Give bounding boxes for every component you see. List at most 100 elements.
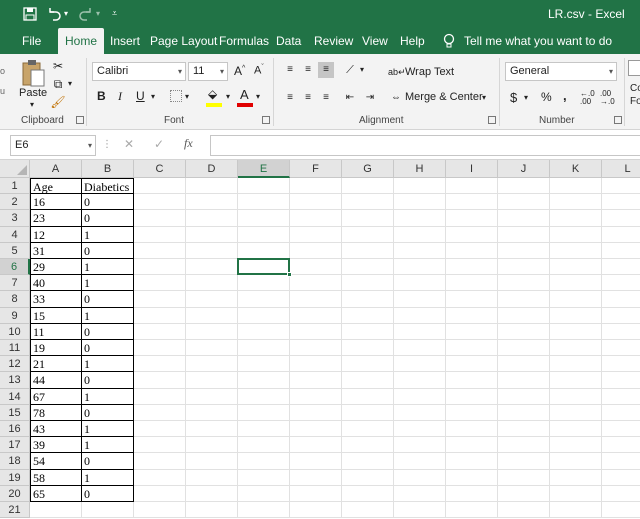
column-header-e[interactable]: E	[238, 160, 290, 178]
column-header-f[interactable]: F	[290, 160, 342, 178]
currency-dropdown-icon[interactable]: ▾	[524, 93, 528, 102]
cell-e20[interactable]	[238, 485, 290, 502]
cell-d9[interactable]	[186, 307, 238, 324]
row-header-1[interactable]: 1	[0, 178, 30, 195]
cell-j1[interactable]	[498, 178, 550, 195]
cell-c15[interactable]	[134, 404, 186, 421]
table-cell[interactable]: 0	[82, 242, 134, 259]
table-header-cell[interactable]: Age	[30, 178, 82, 195]
cell-k5[interactable]	[550, 242, 602, 259]
copy-icon[interactable]: ⧉	[50, 76, 66, 92]
cell-c7[interactable]	[134, 275, 186, 292]
cell-d21[interactable]	[186, 502, 238, 519]
cell-j20[interactable]	[498, 485, 550, 502]
cell-c18[interactable]	[134, 453, 186, 470]
undo-dropdown-icon[interactable]: ▾	[64, 9, 68, 18]
table-cell[interactable]: 16	[30, 194, 82, 211]
table-cell[interactable]: 1	[82, 421, 134, 438]
cell-f20[interactable]	[290, 485, 342, 502]
cell-c17[interactable]	[134, 437, 186, 454]
column-header-a[interactable]: A	[30, 160, 82, 178]
cell-k18[interactable]	[550, 453, 602, 470]
row-header-15[interactable]: 15	[0, 404, 30, 421]
row-header-16[interactable]: 16	[0, 421, 30, 438]
cell-l19[interactable]	[602, 470, 640, 486]
cell-c13[interactable]	[134, 372, 186, 389]
cell-e1[interactable]	[238, 178, 290, 195]
cell-j19[interactable]	[498, 469, 550, 486]
cell-k9[interactable]	[550, 307, 602, 324]
cell-k13[interactable]	[550, 372, 602, 389]
tab-view[interactable]: View	[362, 28, 388, 54]
cell-i15[interactable]	[446, 404, 498, 421]
cell-i7[interactable]	[446, 275, 498, 292]
cell-h5[interactable]	[394, 242, 446, 259]
cell-g9[interactable]	[342, 307, 394, 324]
cell-area[interactable]: Age Diabetics 16 0 23 0 12 1 31 0 29 1 40 1 33 0 15 1 11 0 1…	[30, 178, 640, 519]
cell-i10[interactable]	[446, 323, 498, 340]
cell-l20[interactable]	[602, 486, 640, 502]
cell-g19[interactable]	[342, 469, 394, 486]
cell-i16[interactable]	[446, 421, 498, 438]
cell-g14[interactable]	[342, 388, 394, 405]
table-cell[interactable]: 0	[82, 340, 134, 357]
cell-f16[interactable]	[290, 421, 342, 438]
cell-c2[interactable]	[134, 194, 186, 211]
cell-f2[interactable]	[290, 194, 342, 211]
row-header-3[interactable]: 3	[0, 210, 30, 227]
decrease-decimal-icon[interactable]: .00 →.0	[600, 90, 615, 106]
middle-align-icon[interactable]: ≡	[300, 62, 316, 78]
cell-i2[interactable]	[446, 194, 498, 211]
table-cell[interactable]: 15	[30, 307, 82, 324]
cell-h9[interactable]	[394, 307, 446, 324]
column-header-j[interactable]: J	[498, 160, 550, 178]
cell-l11[interactable]	[602, 340, 640, 357]
column-header-b[interactable]: B	[82, 160, 134, 178]
column-header-i[interactable]: I	[446, 160, 498, 178]
row-header-17[interactable]: 17	[0, 437, 30, 454]
cell-c21[interactable]	[134, 502, 186, 519]
font-launcher-icon[interactable]	[262, 116, 270, 124]
enter-icon[interactable]: ✓	[154, 137, 164, 151]
cell-j17[interactable]	[498, 437, 550, 454]
cell-g5[interactable]	[342, 242, 394, 259]
save-icon[interactable]	[22, 6, 38, 22]
cell-e19[interactable]	[238, 469, 290, 486]
cell-h2[interactable]	[394, 194, 446, 211]
cell-k7[interactable]	[550, 275, 602, 292]
cell-l2[interactable]	[602, 194, 640, 211]
table-cell[interactable]: 1	[82, 307, 134, 324]
cell-j4[interactable]	[498, 226, 550, 243]
cell-f15[interactable]	[290, 404, 342, 421]
cell-k19[interactable]	[550, 469, 602, 486]
cell-f17[interactable]	[290, 437, 342, 454]
cell-f14[interactable]	[290, 388, 342, 405]
align-left-icon[interactable]: ≡	[282, 90, 298, 106]
redo-dropdown-icon[interactable]: ▾	[96, 9, 100, 18]
cell-g15[interactable]	[342, 404, 394, 421]
cell-h1[interactable]	[394, 178, 446, 195]
cell-h21[interactable]	[394, 502, 446, 519]
cell-l13[interactable]	[602, 372, 640, 389]
fill-color-dropdown-icon[interactable]: ▾	[226, 92, 230, 101]
table-cell[interactable]: 29	[30, 259, 82, 276]
fill-handle[interactable]	[287, 272, 292, 278]
column-header-d[interactable]: D	[186, 160, 238, 178]
table-cell[interactable]: 0	[82, 404, 134, 421]
cell-h17[interactable]	[394, 437, 446, 454]
table-cell[interactable]: 39	[30, 437, 82, 454]
splitter-icon[interactable]: ⋮	[102, 139, 112, 150]
table-cell[interactable]: 33	[30, 291, 82, 308]
cell-g10[interactable]	[342, 323, 394, 340]
row-header-5[interactable]: 5	[0, 242, 30, 259]
cell-l1[interactable]	[602, 178, 640, 195]
cell-g6[interactable]	[342, 259, 394, 276]
cell-j11[interactable]	[498, 340, 550, 357]
cell-f8[interactable]	[290, 291, 342, 308]
row-header-6[interactable]: 6	[0, 259, 30, 276]
row-header-7[interactable]: 7	[0, 275, 30, 292]
cell-h14[interactable]	[394, 388, 446, 405]
align-center-icon[interactable]: ≡	[300, 90, 316, 106]
cell-i5[interactable]	[446, 242, 498, 259]
cell-l4[interactable]	[602, 227, 640, 243]
